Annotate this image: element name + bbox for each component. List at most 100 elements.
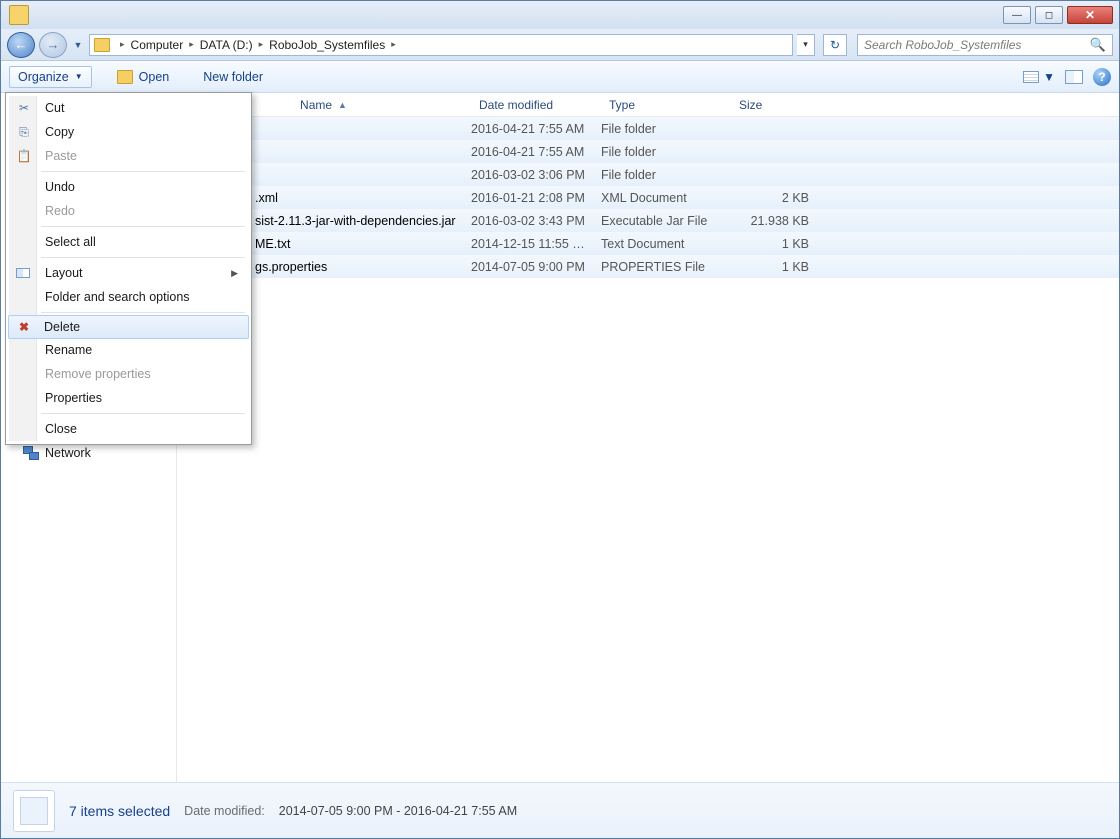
- menu-label: Rename: [45, 343, 92, 357]
- menu-item-remove-properties: Remove properties: [9, 362, 248, 386]
- menu-item-folder-options[interactable]: Folder and search options: [9, 285, 248, 309]
- menu-label: Delete: [44, 320, 80, 334]
- menu-item-layout[interactable]: Layout ▶: [9, 261, 248, 285]
- view-icon: [1023, 71, 1039, 83]
- maximize-icon: ◻: [1045, 10, 1053, 21]
- cell-size: 1 KB: [731, 237, 817, 251]
- file-row[interactable]: .xml 2016-01-21 2:08 PM XML Document 2 K…: [177, 186, 1119, 209]
- delete-icon: ✖: [16, 319, 32, 335]
- explorer-window: — ◻ ✕ ← → ▼ ▸ Computer ▸ DATA (D:) ▸ Rob…: [0, 0, 1120, 839]
- cell-date: 2016-04-21 7:55 AM: [471, 145, 601, 159]
- nav-item-network[interactable]: Network: [1, 443, 176, 463]
- menu-label: Remove properties: [45, 367, 151, 381]
- cell-type: File folder: [601, 122, 731, 136]
- menu-label: Select all: [45, 235, 96, 249]
- menu-item-close[interactable]: Close: [9, 417, 248, 441]
- cell-type: File folder: [601, 145, 731, 159]
- file-row[interactable]: 2016-04-21 7:55 AM File folder: [177, 117, 1119, 140]
- chevron-down-icon: ▾: [803, 39, 808, 50]
- title-bar: — ◻ ✕: [1, 1, 1119, 29]
- search-input[interactable]: Search RoboJob_Systemfiles 🔍: [857, 34, 1113, 56]
- cell-size: 21.938 KB: [731, 214, 817, 228]
- open-label: Open: [139, 70, 170, 84]
- menu-item-undo[interactable]: Undo: [9, 175, 248, 199]
- menu-item-delete[interactable]: ✖ Delete: [8, 315, 249, 339]
- chevron-down-icon: ▼: [75, 72, 83, 81]
- organize-label: Organize: [18, 70, 69, 84]
- breadcrumb-drive[interactable]: DATA (D:): [200, 38, 253, 52]
- chevron-icon: ▸: [255, 39, 268, 50]
- search-icon: 🔍: [1090, 37, 1106, 53]
- address-dropdown[interactable]: ▾: [797, 34, 815, 56]
- selection-summary: 7 items selected: [69, 803, 170, 819]
- column-header-size[interactable]: Size: [731, 93, 817, 116]
- file-row[interactable]: ME.txt 2014-12-15 11:55 … Text Document …: [177, 232, 1119, 255]
- view-button[interactable]: ▼: [1023, 70, 1055, 84]
- search-placeholder: Search RoboJob_Systemfiles: [864, 38, 1021, 52]
- column-label: Type: [609, 98, 635, 112]
- refresh-icon: ↻: [830, 38, 840, 52]
- column-label: Date modified: [479, 98, 553, 112]
- chevron-icon: ▸: [387, 39, 400, 50]
- navigation-row: ← → ▼ ▸ Computer ▸ DATA (D:) ▸ RoboJob_S…: [1, 29, 1119, 61]
- nav-item-label: Network: [45, 446, 91, 460]
- menu-item-redo: Redo: [9, 199, 248, 223]
- maximize-button[interactable]: ◻: [1035, 6, 1063, 24]
- cell-date: 2016-04-21 7:55 AM: [471, 122, 601, 136]
- cell-date: 2016-03-02 3:06 PM: [471, 168, 601, 182]
- menu-label: Undo: [45, 180, 75, 194]
- breadcrumb-computer[interactable]: Computer: [131, 38, 184, 52]
- history-dropdown[interactable]: ▼: [71, 32, 85, 58]
- cell-date: 2016-03-02 3:43 PM: [471, 214, 601, 228]
- close-icon: ✕: [1085, 8, 1095, 22]
- menu-item-select-all[interactable]: Select all: [9, 230, 248, 254]
- cell-date: 2016-01-21 2:08 PM: [471, 191, 601, 205]
- menu-label: Copy: [45, 125, 74, 139]
- file-row[interactable]: sist-2.11.3-jar-with-dependencies.jar 20…: [177, 209, 1119, 232]
- breadcrumb-folder[interactable]: RoboJob_Systemfiles: [269, 38, 385, 52]
- copy-icon: ⎘: [16, 124, 32, 140]
- column-header-date[interactable]: Date modified: [471, 93, 601, 116]
- menu-label: Layout: [45, 266, 83, 280]
- menu-item-properties[interactable]: Properties: [9, 386, 248, 410]
- menu-item-paste: 📋 Paste: [9, 144, 248, 168]
- cell-type: PROPERTIES File: [601, 260, 731, 274]
- back-button[interactable]: ←: [7, 32, 35, 58]
- menu-separator: [41, 413, 245, 414]
- cell-type: Text Document: [601, 237, 731, 251]
- file-row[interactable]: 2016-04-21 7:55 AM File folder: [177, 140, 1119, 163]
- clipboard-icon: 📋: [16, 148, 32, 164]
- cell-size: 2 KB: [731, 191, 817, 205]
- address-bar[interactable]: ▸ Computer ▸ DATA (D:) ▸ RoboJob_Systemf…: [89, 34, 793, 56]
- open-button[interactable]: Open: [108, 66, 179, 88]
- preview-pane-button[interactable]: [1065, 70, 1083, 84]
- forward-button[interactable]: →: [39, 32, 67, 58]
- command-bar-right: ▼ ?: [1023, 68, 1111, 86]
- organize-menu: ✂ Cut ⎘ Copy 📋 Paste Undo Redo Select al…: [5, 92, 252, 445]
- command-bar: Organize ▼ Open New folder ▼ ?: [1, 61, 1119, 93]
- organize-button[interactable]: Organize ▼: [9, 66, 92, 88]
- column-label: Name: [300, 98, 332, 112]
- scissors-icon: ✂: [16, 100, 32, 116]
- menu-label: Paste: [45, 149, 77, 163]
- details-date-label: Date modified:: [184, 804, 265, 818]
- file-row[interactable]: 2016-03-02 3:06 PM File folder: [177, 163, 1119, 186]
- file-row[interactable]: gs.properties 2014-07-05 9:00 PM PROPERT…: [177, 255, 1119, 278]
- window-icon: [9, 5, 29, 25]
- chevron-down-icon: ▼: [74, 40, 83, 50]
- close-button[interactable]: ✕: [1067, 6, 1113, 24]
- help-button[interactable]: ?: [1093, 68, 1111, 86]
- refresh-button[interactable]: ↻: [823, 34, 847, 56]
- new-folder-button[interactable]: New folder: [194, 66, 272, 88]
- minimize-button[interactable]: —: [1003, 6, 1031, 24]
- menu-item-copy[interactable]: ⎘ Copy: [9, 120, 248, 144]
- cell-date: 2014-07-05 9:00 PM: [471, 260, 601, 274]
- chevron-icon: ▸: [116, 39, 129, 50]
- menu-item-cut[interactable]: ✂ Cut: [9, 96, 248, 120]
- sort-ascending-icon: ▲: [338, 100, 347, 110]
- menu-item-rename[interactable]: Rename: [9, 338, 248, 362]
- forward-icon: →: [47, 37, 60, 52]
- menu-label: Folder and search options: [45, 290, 190, 304]
- details-date-value: 2014-07-05 9:00 PM - 2016-04-21 7:55 AM: [279, 804, 517, 818]
- column-header-type[interactable]: Type: [601, 93, 731, 116]
